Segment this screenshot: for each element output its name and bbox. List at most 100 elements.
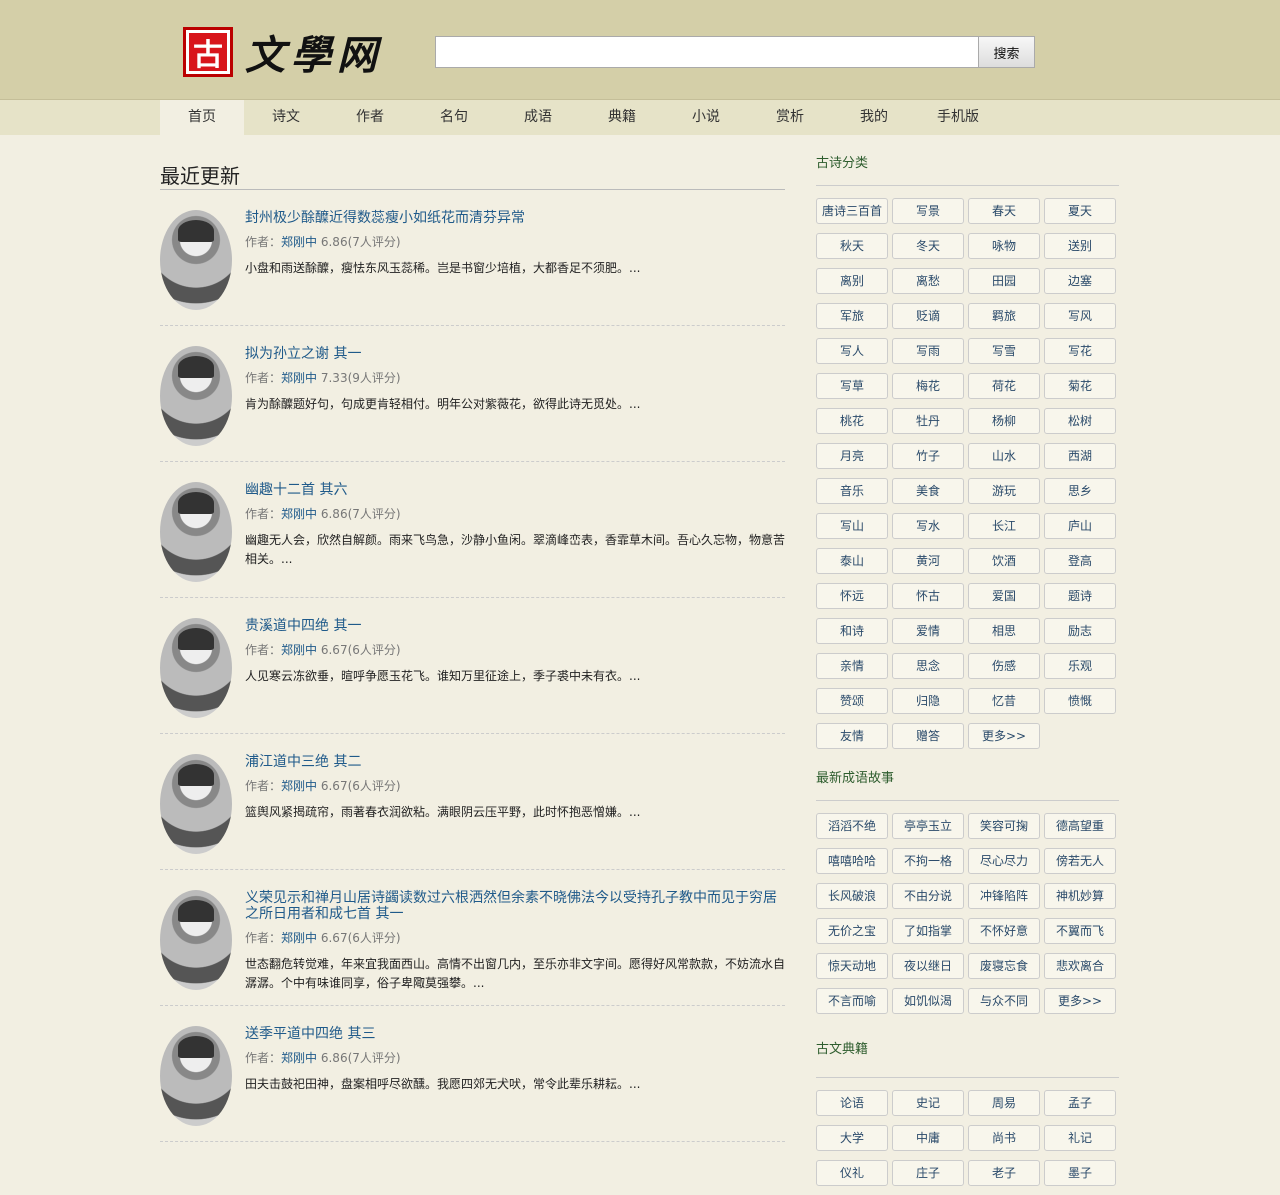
- tag-link[interactable]: 冬天: [892, 233, 964, 259]
- tag-link[interactable]: 孟子: [1044, 1090, 1116, 1116]
- tag-link[interactable]: 论语: [816, 1090, 888, 1116]
- tag-link[interactable]: 滔滔不绝: [816, 813, 888, 839]
- tag-link[interactable]: 怀古: [892, 583, 964, 609]
- author-avatar[interactable]: [160, 346, 232, 446]
- tag-link[interactable]: 写人: [816, 338, 888, 364]
- poem-title[interactable]: 浦江道中三绝 其二: [245, 754, 785, 770]
- nav-appreciation[interactable]: 赏析: [748, 100, 832, 135]
- poem-title[interactable]: 送季平道中四绝 其三: [245, 1026, 785, 1042]
- author-avatar[interactable]: [160, 210, 232, 310]
- tag-link[interactable]: 尚书: [968, 1125, 1040, 1151]
- tag-link[interactable]: 嘻嘻哈哈: [816, 848, 888, 874]
- tag-link[interactable]: 相思: [968, 618, 1040, 644]
- tag-link[interactable]: 写雪: [968, 338, 1040, 364]
- tag-link[interactable]: 惊天动地: [816, 953, 888, 979]
- nav-home[interactable]: 首页: [160, 100, 244, 135]
- tag-link[interactable]: 泰山: [816, 548, 888, 574]
- author-avatar[interactable]: [160, 1026, 232, 1126]
- tag-link[interactable]: 大学: [816, 1125, 888, 1151]
- poem-author[interactable]: 郑刚中: [281, 643, 317, 657]
- tag-link[interactable]: 不翼而飞: [1044, 918, 1116, 944]
- tag-link[interactable]: 周易: [968, 1090, 1040, 1116]
- tag-link[interactable]: 夜以继日: [892, 953, 964, 979]
- tag-link[interactable]: 夏天: [1044, 198, 1116, 224]
- tag-link[interactable]: 牡丹: [892, 408, 964, 434]
- tag-link[interactable]: 黄河: [892, 548, 964, 574]
- tag-link[interactable]: 了如指掌: [892, 918, 964, 944]
- author-avatar[interactable]: [160, 754, 232, 854]
- tag-link[interactable]: 秋天: [816, 233, 888, 259]
- poem-author[interactable]: 郑刚中: [281, 1051, 317, 1065]
- tag-link[interactable]: 亭亭玉立: [892, 813, 964, 839]
- nav-idioms[interactable]: 成语: [496, 100, 580, 135]
- tag-link[interactable]: 菊花: [1044, 373, 1116, 399]
- nav-poems[interactable]: 诗文: [244, 100, 328, 135]
- tag-link[interactable]: 松树: [1044, 408, 1116, 434]
- tag-link[interactable]: 贬谪: [892, 303, 964, 329]
- tag-link[interactable]: 春天: [968, 198, 1040, 224]
- nav-mobile[interactable]: 手机版: [916, 100, 1000, 135]
- tag-link[interactable]: 长江: [968, 513, 1040, 539]
- tag-link[interactable]: 德高望重: [1044, 813, 1116, 839]
- tag-link[interactable]: 悲欢离合: [1044, 953, 1116, 979]
- tag-link[interactable]: 音乐: [816, 478, 888, 504]
- tag-link[interactable]: 中庸: [892, 1125, 964, 1151]
- tag-link[interactable]: 亲情: [816, 653, 888, 679]
- tag-link[interactable]: 桃花: [816, 408, 888, 434]
- tag-link[interactable]: 思乡: [1044, 478, 1116, 504]
- tag-link[interactable]: 赞颂: [816, 688, 888, 714]
- author-avatar[interactable]: [160, 618, 232, 718]
- author-avatar[interactable]: [160, 890, 232, 990]
- poem-title[interactable]: 封州极少酴醾近得数蕊瘦小如纸花而清芬异常: [245, 210, 785, 226]
- tag-link[interactable]: 乐观: [1044, 653, 1116, 679]
- tag-link[interactable]: 西湖: [1044, 443, 1116, 469]
- tag-link[interactable]: 尽心尽力: [968, 848, 1040, 874]
- tag-link[interactable]: 不怀好意: [968, 918, 1040, 944]
- search-button[interactable]: 搜索: [979, 36, 1035, 68]
- poem-author[interactable]: 郑刚中: [281, 371, 317, 385]
- tag-link[interactable]: 荷花: [968, 373, 1040, 399]
- nav-quotes[interactable]: 名句: [412, 100, 496, 135]
- tag-link[interactable]: 不言而喻: [816, 988, 888, 1014]
- poem-author[interactable]: 郑刚中: [281, 779, 317, 793]
- tag-link[interactable]: 咏物: [968, 233, 1040, 259]
- tag-link[interactable]: 写水: [892, 513, 964, 539]
- tag-link[interactable]: 山水: [968, 443, 1040, 469]
- tag-link[interactable]: 仪礼: [816, 1160, 888, 1186]
- tag-link[interactable]: 梅花: [892, 373, 964, 399]
- tag-link[interactable]: 写山: [816, 513, 888, 539]
- nav-authors[interactable]: 作者: [328, 100, 412, 135]
- nav-classics[interactable]: 典籍: [580, 100, 664, 135]
- tag-link[interactable]: 写花: [1044, 338, 1116, 364]
- nav-novels[interactable]: 小说: [664, 100, 748, 135]
- tag-link[interactable]: 军旅: [816, 303, 888, 329]
- tag-link[interactable]: 赠答: [892, 723, 964, 749]
- poem-title[interactable]: 幽趣十二首 其六: [245, 482, 785, 498]
- tag-link[interactable]: 神机妙算: [1044, 883, 1116, 909]
- tag-link[interactable]: 美食: [892, 478, 964, 504]
- tag-link[interactable]: 爱情: [892, 618, 964, 644]
- tag-link[interactable]: 思念: [892, 653, 964, 679]
- tag-link[interactable]: 礼记: [1044, 1125, 1116, 1151]
- tag-link[interactable]: 傍若无人: [1044, 848, 1116, 874]
- site-logo[interactable]: 古 文學网: [183, 27, 383, 79]
- tag-link[interactable]: 不拘一格: [892, 848, 964, 874]
- tag-link[interactable]: 友情: [816, 723, 888, 749]
- tag-link[interactable]: 无价之宝: [816, 918, 888, 944]
- tag-link[interactable]: 写景: [892, 198, 964, 224]
- tag-link[interactable]: 登高: [1044, 548, 1116, 574]
- more-link[interactable]: 更多>>: [968, 723, 1040, 749]
- tag-link[interactable]: 与众不同: [968, 988, 1040, 1014]
- tag-link[interactable]: 田园: [968, 268, 1040, 294]
- tag-link[interactable]: 长风破浪: [816, 883, 888, 909]
- tag-link[interactable]: 不由分说: [892, 883, 964, 909]
- tag-link[interactable]: 庄子: [892, 1160, 964, 1186]
- author-avatar[interactable]: [160, 482, 232, 582]
- tag-link[interactable]: 冲锋陷阵: [968, 883, 1040, 909]
- tag-link[interactable]: 老子: [968, 1160, 1040, 1186]
- tag-link[interactable]: 励志: [1044, 618, 1116, 644]
- tag-link[interactable]: 庐山: [1044, 513, 1116, 539]
- tag-link[interactable]: 游玩: [968, 478, 1040, 504]
- poem-title[interactable]: 义荣见示和禅月山居诗蠲读数过六根洒然但余素不晓佛法今以受持孔子教中而见于穷居之所…: [245, 890, 785, 922]
- tag-link[interactable]: 离愁: [892, 268, 964, 294]
